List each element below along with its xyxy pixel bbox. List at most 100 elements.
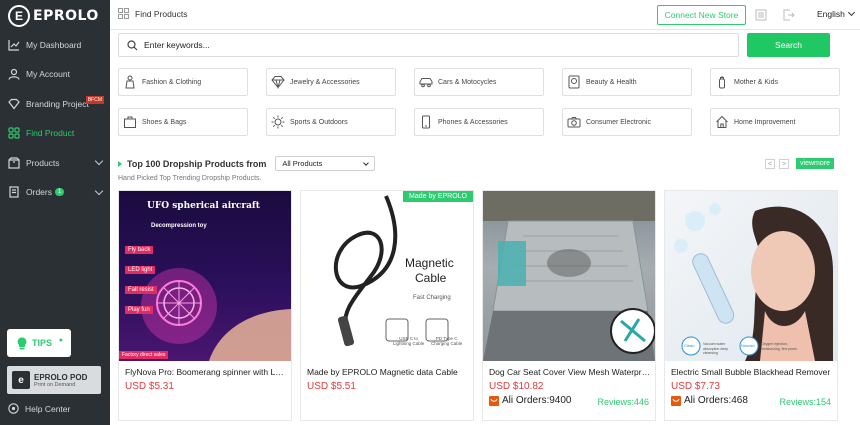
category-home[interactable]: Home Improvement	[710, 108, 840, 136]
notification-icon[interactable]	[755, 9, 767, 21]
product-price: USD $5.51	[307, 381, 356, 392]
connect-store-button[interactable]: Connect New Store	[657, 5, 746, 25]
sidebar-item-orders[interactable]: Orders 1	[0, 178, 110, 208]
tips-label: TIPS	[32, 338, 53, 348]
image-caption: Oxygen injection, moisturizing, fine por…	[761, 342, 797, 351]
help-icon	[8, 403, 19, 414]
phone-icon	[422, 115, 430, 129]
product-card[interactable]: UFO spherical aircraft Decompression toy…	[118, 190, 292, 421]
image-caption: USB C to Lightning Cable	[393, 336, 425, 346]
ali-orders: Ali Orders:9400	[489, 395, 571, 406]
diamond-icon	[271, 76, 285, 89]
product-card[interactable]: Dog Car Seat Cover View Mesh Waterproof …	[482, 190, 656, 421]
sidebar-item-label: My Account	[26, 69, 70, 80]
chevron-down-icon	[847, 8, 855, 17]
orders-text: Ali Orders:468	[684, 395, 748, 406]
grid-icon	[118, 8, 129, 19]
product-price: USD $10.82	[489, 381, 544, 392]
logo[interactable]: E EPROLO	[8, 5, 103, 27]
category-electronic[interactable]: Consumer Electronic	[562, 108, 692, 136]
product-card[interactable]: Clean Nourish Vacuum water absorption de…	[664, 190, 838, 421]
sidebar-item-dashboard[interactable]: My Dashboard	[0, 30, 110, 60]
product-title[interactable]: Dog Car Seat Cover View Mesh Waterproof	[489, 367, 651, 377]
product-title[interactable]: FlyNova Pro: Boomerang spinner with LED	[125, 367, 287, 377]
pod-title: EPROLO POD	[34, 372, 88, 382]
feature-label: Fall resist	[125, 286, 157, 294]
main-content: Search Fashion & Clothing Jewelry & Acce…	[110, 30, 860, 425]
category-sports[interactable]: Sports & Outdoors	[266, 108, 396, 136]
baby-bottle-icon	[719, 76, 725, 89]
category-jewelry[interactable]: Jewelry & Accessories	[266, 68, 396, 96]
product-image-cable: Made by EPROLO Magnetic Cable Fast Charg…	[301, 191, 473, 361]
user-icon	[8, 69, 20, 81]
search-box[interactable]	[118, 33, 739, 57]
pod-logo-icon: e	[12, 371, 30, 389]
category-label: Cars & Motocycles	[438, 78, 497, 86]
section-subtitle: Hand Picked Top Trending Dropship Produc…	[118, 175, 262, 182]
sidebar-item-find-product[interactable]: Find Product	[0, 119, 110, 149]
category-mother-kids[interactable]: Mother & Kids	[710, 68, 840, 96]
sun-icon	[271, 115, 285, 129]
product-image-ufo: UFO spherical aircraft Decompression toy…	[119, 191, 291, 361]
sidebar-item-label: My Dashboard	[26, 39, 82, 50]
logo-text: EPROLO	[33, 8, 99, 24]
chevron-down-icon	[363, 159, 370, 166]
sidebar-item-label: Products	[26, 157, 60, 168]
sidebar-item-account[interactable]: My Account	[0, 60, 110, 90]
category-label: Mother & Kids	[734, 78, 778, 86]
tips-button[interactable]: TIPS ●	[7, 329, 71, 357]
category-fashion[interactable]: Fashion & Clothing	[118, 68, 248, 96]
car-icon	[419, 78, 433, 88]
sidebar-nav: My Dashboard My Account Branding Project…	[0, 30, 110, 207]
sidebar-item-products[interactable]: Products	[0, 148, 110, 178]
category-label: Sports & Outdoors	[290, 118, 348, 126]
ali-orders: Ali Orders:468	[671, 395, 748, 406]
beauty-icon	[568, 75, 580, 89]
bag-icon	[124, 116, 136, 128]
image-caption: PD Type C Charging Cable	[431, 336, 463, 346]
breadcrumb: Find Products	[118, 8, 187, 19]
top-bar: Find Products Connect New Store English	[110, 0, 860, 30]
category-beauty[interactable]: Beauty & Health	[562, 68, 692, 96]
next-page-button[interactable]: >	[779, 159, 789, 169]
box-icon	[8, 157, 20, 169]
category-label: Home Improvement	[734, 118, 796, 126]
help-center-link[interactable]: Help Center	[8, 403, 70, 414]
category-phones[interactable]: Phones & Accessories	[414, 108, 544, 136]
category-shoes-bags[interactable]: Shoes & Bags	[118, 108, 248, 136]
image-subheadline: Fast Charging	[413, 295, 451, 301]
viewmore-button[interactable]: viewmore	[796, 158, 834, 169]
category-cars[interactable]: Cars & Motocycles	[414, 68, 544, 96]
filter-value: All Products	[282, 159, 323, 168]
product-image-blackhead-remover: Clean Nourish Vacuum water absorption de…	[665, 191, 837, 361]
prev-page-button[interactable]: <	[765, 159, 775, 169]
sidebar-item-branding[interactable]: Branding Project BFCM	[0, 89, 110, 119]
language-select[interactable]: English	[817, 8, 855, 19]
image-caption: Nourish	[741, 343, 755, 348]
feature-label: Play fun	[125, 306, 153, 314]
aliexpress-icon	[671, 395, 681, 406]
feature-label: LED light	[125, 266, 156, 274]
seat-cover-illustration	[483, 191, 655, 361]
product-card[interactable]: Made by EPROLO Magnetic Cable Fast Charg…	[300, 190, 474, 421]
category-label: Shoes & Bags	[142, 118, 187, 126]
search-icon	[127, 39, 138, 50]
product-filter-select[interactable]: All Products	[275, 156, 376, 171]
logout-icon[interactable]	[783, 9, 795, 21]
search-button[interactable]: Search	[747, 33, 830, 57]
image-headline: Cable	[415, 271, 447, 285]
tips-dot-icon: ●	[58, 337, 63, 344]
category-label: Beauty & Health	[586, 78, 637, 86]
product-title[interactable]: Electric Small Bubble Blackhead Remover	[671, 367, 833, 377]
section-title-text: Top 100 Dropship Products from	[127, 158, 267, 169]
search-input[interactable]	[144, 40, 724, 50]
lightbulb-icon	[17, 336, 27, 349]
ufo-toy-illustration	[141, 268, 291, 361]
help-center-label: Help Center	[25, 403, 71, 414]
orders-count-badge: 1	[54, 188, 65, 197]
sidebar-item-label: Orders	[26, 187, 52, 198]
diamond-icon	[8, 98, 20, 110]
product-title[interactable]: Made by EPROLO Magnetic data Cable	[307, 367, 469, 377]
pod-button[interactable]: e EPROLO POD Print on Demand	[7, 366, 101, 394]
image-caption: Vacuum water absorption deep cleansing	[703, 342, 729, 355]
